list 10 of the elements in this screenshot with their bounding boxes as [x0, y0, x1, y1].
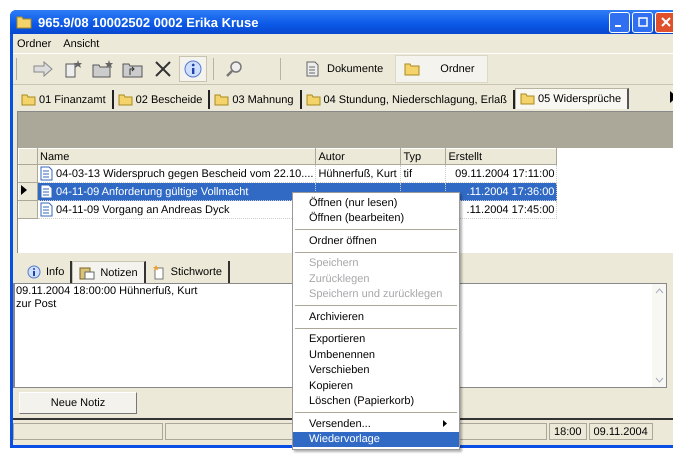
- status-time: 18:00: [549, 423, 587, 440]
- table-cell: .11.2004 17:45:00: [466, 204, 554, 216]
- table-cell: .11.2004 17:36:00: [466, 186, 554, 198]
- table-cell: Hühnerfuß, Kurt: [318, 168, 397, 180]
- table-cell: tif: [403, 168, 412, 180]
- window-title: 965.9/08 10002502 0002 Erika Kruse: [38, 14, 260, 30]
- note-text: zur Post: [16, 298, 56, 311]
- table-cell: 09.11.2004 17:11:00: [455, 168, 554, 180]
- status-date: 09.11.2004: [588, 423, 653, 440]
- note-text: 09.11.2004 18:00:00 Hühnerfuß, Kurt: [16, 285, 198, 298]
